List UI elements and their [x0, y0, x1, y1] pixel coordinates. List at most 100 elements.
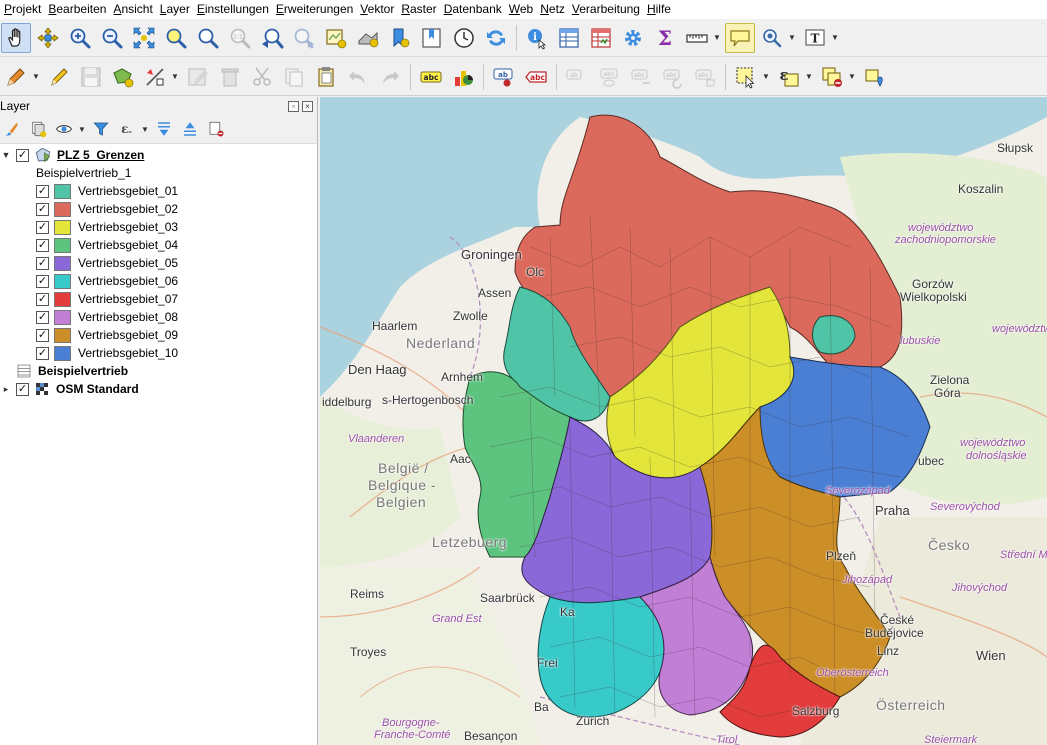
map-themes-dropdown-arrow[interactable]: ▼ — [78, 125, 86, 134]
legend-class-item[interactable]: Vertriebsgebiet_06 — [0, 272, 317, 290]
menu-einstellungen[interactable]: Einstellungen — [197, 0, 276, 19]
annotation-tool-button[interactable] — [757, 23, 787, 53]
class-visibility-checkbox[interactable] — [36, 256, 49, 270]
layer-visibility-checkbox[interactable] — [16, 148, 29, 162]
pin-labels-button[interactable]: ab — [489, 62, 519, 92]
menu-projekt[interactable]: Projekt — [4, 0, 48, 19]
pan-map-button[interactable] — [1, 22, 31, 53]
copy-features-button[interactable] — [279, 62, 309, 92]
cut-features-button[interactable] — [247, 62, 277, 92]
show-hide-labels-button[interactable]: abc — [594, 62, 624, 92]
modify-attributes-button[interactable] — [183, 62, 213, 92]
deselect-features-button[interactable] — [817, 62, 847, 92]
class-visibility-checkbox[interactable] — [36, 310, 49, 324]
rotate-label-button[interactable]: abc — [626, 62, 656, 92]
attribute-table-button[interactable] — [554, 23, 584, 53]
undo-button[interactable] — [343, 62, 373, 92]
menu-bearbeiten[interactable]: Bearbeiten — [48, 0, 113, 19]
select-features-button[interactable] — [731, 62, 761, 92]
paste-features-button[interactable] — [311, 62, 341, 92]
menu-ansicht[interactable]: Ansicht — [113, 0, 159, 19]
select-by-location-button[interactable] — [860, 62, 890, 92]
class-visibility-checkbox[interactable] — [36, 184, 49, 198]
menu-web[interactable]: Web — [509, 0, 540, 19]
measure-dropdown-arrow[interactable]: ▼ — [713, 33, 721, 42]
zoom-last-button[interactable] — [257, 23, 287, 53]
legend-class-item[interactable]: Vertriebsgebiet_08 — [0, 308, 317, 326]
menu-erweiterungen[interactable]: Erweiterungen — [276, 0, 360, 19]
close-panel-button[interactable]: × — [302, 100, 313, 112]
menu-hilfe[interactable]: Hilfe — [647, 0, 678, 19]
class-visibility-checkbox[interactable] — [36, 202, 49, 216]
select-expression-dropdown-arrow[interactable]: ▼ — [805, 72, 813, 81]
redo-button[interactable] — [375, 62, 405, 92]
undock-panel-button[interactable]: ▫ — [288, 100, 299, 112]
legend-class-item[interactable]: Vertriebsgebiet_09 — [0, 326, 317, 344]
vertex-tool-button[interactable] — [140, 62, 170, 92]
zoom-out-button[interactable] — [97, 23, 127, 53]
new-bookmark-button[interactable] — [385, 23, 415, 53]
manage-map-themes-button[interactable] — [52, 117, 76, 141]
save-edits-button[interactable] — [76, 62, 106, 92]
label-properties-button[interactable]: abc — [690, 62, 720, 92]
annotation-dropdown-arrow[interactable]: ▼ — [788, 33, 796, 42]
pan-to-selection-button[interactable] — [33, 23, 63, 53]
legend-class-item[interactable]: Vertriebsgebiet_07 — [0, 290, 317, 308]
menu-netz[interactable]: Netz — [540, 0, 572, 19]
current-edits-button[interactable] — [1, 62, 31, 92]
filter-legend-button[interactable] — [89, 117, 113, 141]
move-label-button[interactable]: ab — [562, 62, 592, 92]
class-visibility-checkbox[interactable] — [36, 328, 49, 342]
refresh-button[interactable] — [481, 23, 511, 53]
select-features-dropdown-arrow[interactable]: ▼ — [762, 72, 770, 81]
zoom-to-selection-button[interactable] — [161, 23, 191, 53]
delete-selected-button[interactable] — [215, 62, 245, 92]
diagram-button[interactable] — [448, 62, 478, 92]
legend-class-item[interactable]: Vertriebsgebiet_04 — [0, 236, 317, 254]
deselect-dropdown-arrow[interactable]: ▼ — [848, 72, 856, 81]
temporal-controller-button[interactable] — [449, 23, 479, 53]
zoom-native-button[interactable]: 1:1 — [225, 23, 255, 53]
highlight-pinned-labels-button[interactable]: abc — [521, 62, 551, 92]
field-calculator-button[interactable] — [586, 23, 616, 53]
show-bookmarks-button[interactable] — [417, 23, 447, 53]
layer-row-beispielvertrieb[interactable]: Beispielvertrieb — [0, 362, 317, 380]
text-annotation-button[interactable]: T — [800, 23, 830, 53]
legend-class-item[interactable]: Vertriebsgebiet_01 — [0, 182, 317, 200]
menu-verarbeitung[interactable]: Verarbeitung — [572, 0, 647, 19]
add-group-button[interactable] — [26, 117, 50, 141]
legend-class-item[interactable]: Vertriebsgebiet_10 — [0, 344, 317, 362]
menu-layer[interactable]: Layer — [160, 0, 197, 19]
select-by-expression-button[interactable]: ε — [774, 62, 804, 92]
digitize-with-segment-button[interactable] — [108, 62, 138, 92]
menu-vektor[interactable]: Vektor — [360, 0, 401, 19]
legend-class-item[interactable]: Vertriebsgebiet_02 — [0, 200, 317, 218]
zoom-full-button[interactable] — [129, 23, 159, 53]
zoom-in-button[interactable] — [65, 23, 95, 53]
class-visibility-checkbox[interactable] — [36, 346, 49, 360]
processing-toolbox-button[interactable] — [618, 23, 648, 53]
filter-expression-dropdown-arrow[interactable]: ▼ — [141, 125, 149, 134]
open-layer-styling-button[interactable] — [0, 117, 24, 141]
new-3d-view-button[interactable] — [353, 23, 383, 53]
change-label-button[interactable]: abc — [658, 62, 688, 92]
legend-class-item[interactable]: Vertriebsgebiet_05 — [0, 254, 317, 272]
current-edits-dropdown-arrow[interactable]: ▼ — [32, 72, 40, 81]
measure-line-button[interactable] — [682, 23, 712, 53]
map-canvas[interactable]: Słupsk Koszalin województwo zachodniopom… — [320, 97, 1047, 745]
remove-layer-button[interactable] — [204, 117, 228, 141]
class-visibility-checkbox[interactable] — [36, 220, 49, 234]
expand-arrow-icon[interactable]: ▸ — [0, 384, 12, 395]
statistics-button[interactable]: Σ — [650, 23, 680, 53]
collapse-all-button[interactable] — [178, 117, 202, 141]
menu-raster[interactable]: Raster — [401, 0, 443, 19]
class-visibility-checkbox[interactable] — [36, 292, 49, 306]
map-tips-button[interactable] — [725, 22, 755, 53]
menu-datenbank[interactable]: Datenbank — [444, 0, 509, 19]
toggle-editing-button[interactable] — [44, 62, 74, 92]
class-visibility-checkbox[interactable] — [36, 238, 49, 252]
new-map-view-button[interactable] — [321, 23, 351, 53]
layer-row-plz-grenzen[interactable]: ▼ PLZ 5_Grenzen — [0, 146, 317, 164]
vertex-tool-dropdown-arrow[interactable]: ▼ — [171, 72, 179, 81]
class-visibility-checkbox[interactable] — [36, 274, 49, 288]
